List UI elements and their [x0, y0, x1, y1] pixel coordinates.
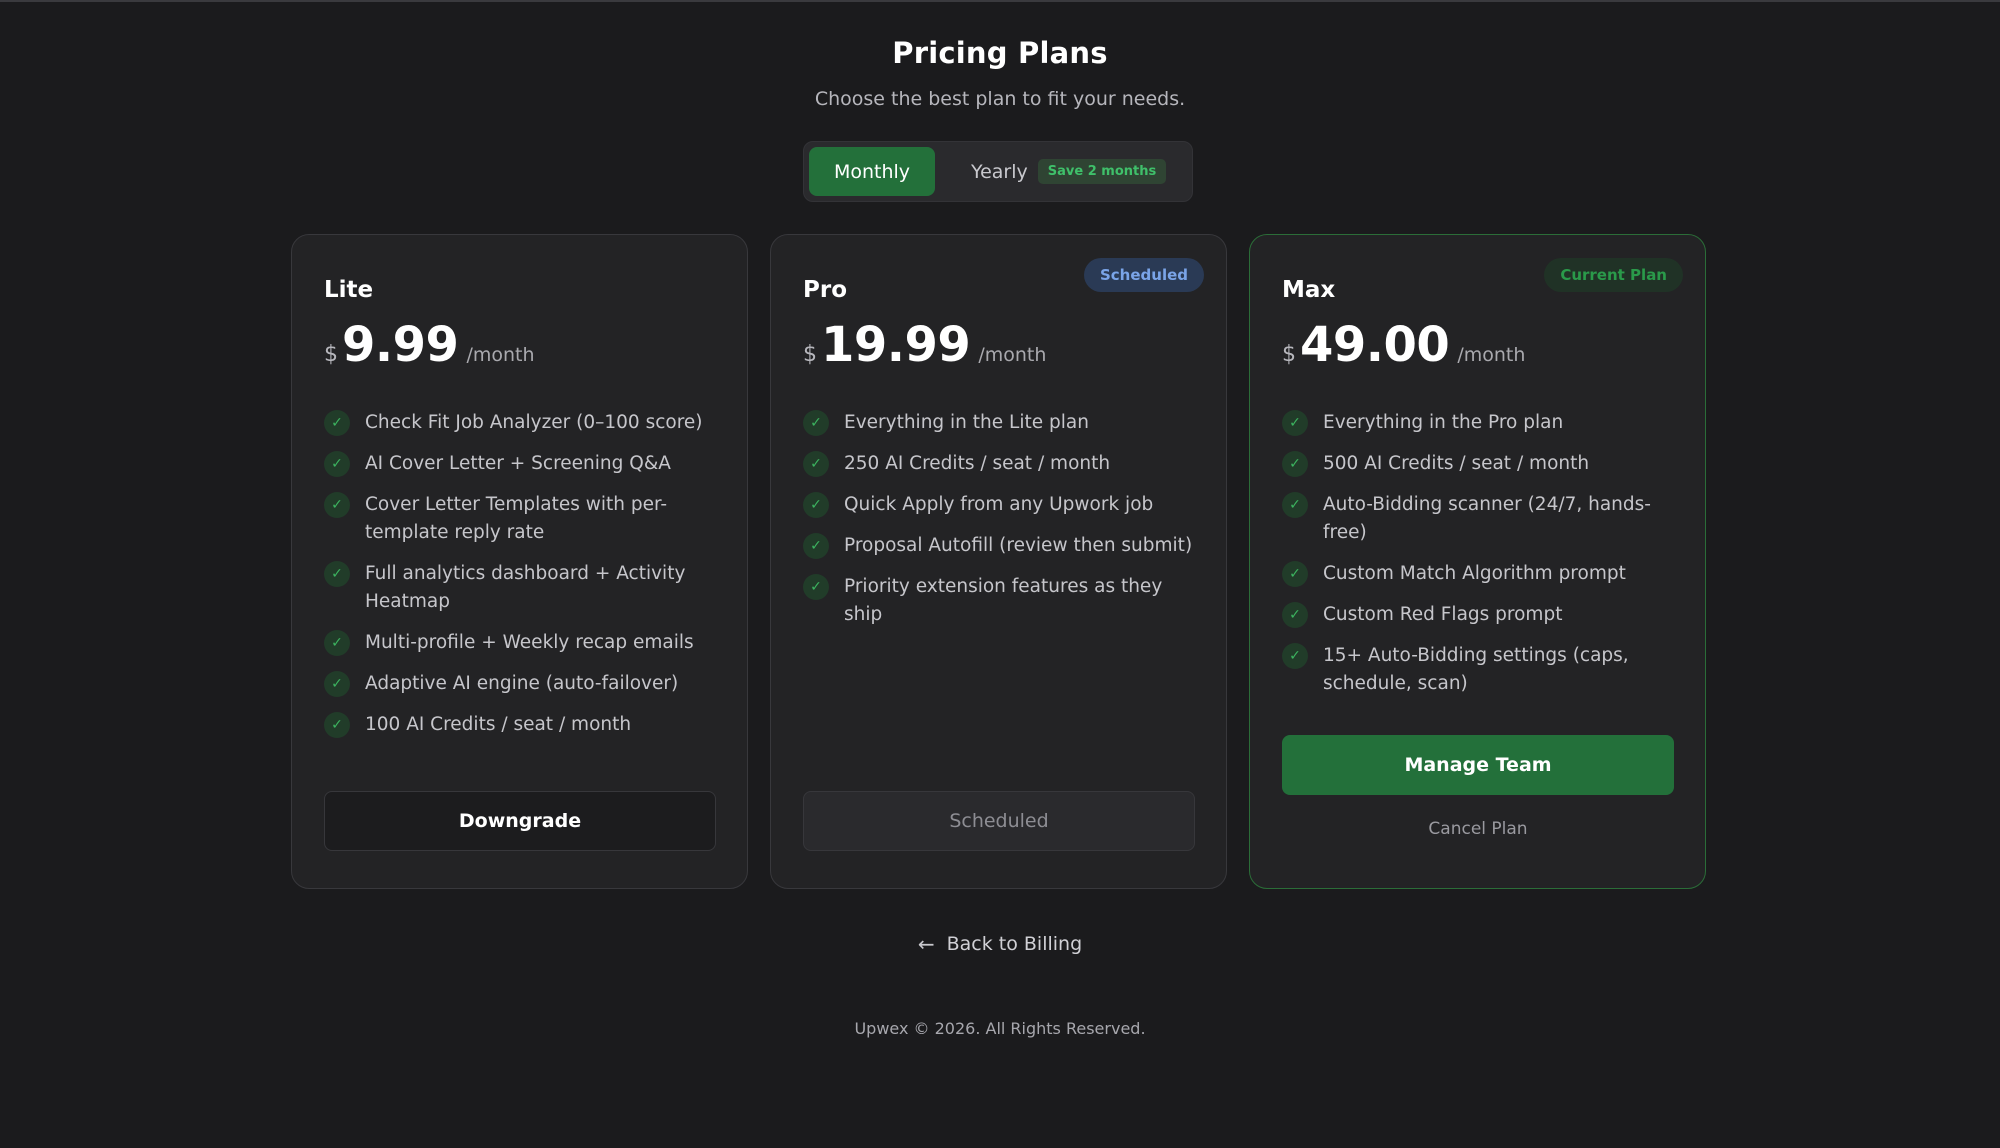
- plan-card-lite: Lite $ 9.99 /month ✓ Check Fit Job Analyz…: [291, 234, 748, 889]
- feature-item: ✓ AI Cover Letter + Screening Q&A: [324, 450, 724, 478]
- check-icon: ✓: [803, 410, 829, 436]
- back-link-label: Back to Billing: [946, 933, 1083, 955]
- check-icon: ✓: [324, 410, 350, 436]
- yearly-toggle-button[interactable]: Yearly Save 2 months: [949, 147, 1181, 196]
- back-to-billing-link[interactable]: ← Back to Billing: [0, 932, 2000, 956]
- feature-item: ✓ Everything in the Pro plan: [1282, 409, 1682, 437]
- feature-item: ✓ Auto-Bidding scanner (24/7, hands-free): [1282, 491, 1682, 547]
- feature-item: ✓ Multi-profile + Weekly recap emails: [324, 629, 724, 657]
- price-amount: 19.99: [821, 317, 971, 373]
- check-icon: ✓: [803, 533, 829, 559]
- downgrade-button[interactable]: Downgrade: [324, 791, 716, 851]
- check-icon: ✓: [1282, 451, 1308, 477]
- yearly-label: Yearly: [971, 160, 1028, 183]
- feature-list: ✓ Check Fit Job Analyzer (0–100 score) ✓ A…: [324, 409, 724, 752]
- currency-symbol: $: [803, 342, 817, 367]
- feature-item: ✓ Everything in the Lite plan: [803, 409, 1203, 437]
- price-row: $ 19.99 /month: [803, 317, 1046, 373]
- plan-name: Max: [1282, 277, 1336, 303]
- feature-item: ✓ Quick Apply from any Upwork job: [803, 491, 1203, 519]
- price-period: /month: [466, 344, 535, 366]
- feature-list: ✓ Everything in the Lite plan ✓ 250 AI Cre…: [803, 409, 1203, 642]
- cancel-plan-link[interactable]: Cancel Plan: [1282, 819, 1674, 839]
- price-row: $ 9.99 /month: [324, 317, 535, 373]
- price-amount: 9.99: [342, 317, 459, 373]
- plan-card-pro: Scheduled Pro $ 19.99 /month ✓ Everything…: [770, 234, 1227, 889]
- save-badge: Save 2 months: [1037, 159, 1167, 184]
- check-icon: ✓: [1282, 643, 1308, 669]
- price-period: /month: [978, 344, 1047, 366]
- price-amount: 49.00: [1300, 317, 1450, 373]
- price-period: /month: [1457, 344, 1526, 366]
- check-icon: ✓: [324, 451, 350, 477]
- feature-item: ✓ 250 AI Credits / seat / month: [803, 450, 1203, 478]
- plan-card-max: Current Plan Max $ 49.00 /month ✓ Everyth…: [1249, 234, 1706, 889]
- feature-item: ✓ Priority extension features as they shi…: [803, 573, 1203, 629]
- feature-item: ✓ Full analytics dashboard + Activity Hea…: [324, 560, 724, 616]
- page-subtitle: Choose the best plan to fit your needs.: [814, 88, 1186, 110]
- check-icon: ✓: [1282, 561, 1308, 587]
- page-title: Pricing Plans: [892, 36, 1108, 70]
- feature-list: ✓ Everything in the Pro plan ✓ 500 AI Cred…: [1282, 409, 1682, 711]
- scheduled-button: Scheduled: [803, 791, 1195, 851]
- currency-symbol: $: [1282, 342, 1296, 367]
- feature-item: ✓ Custom Red Flags prompt: [1282, 601, 1682, 629]
- check-icon: ✓: [1282, 410, 1308, 436]
- feature-item: ✓ Adaptive AI engine (auto-failover): [324, 670, 724, 698]
- check-icon: ✓: [803, 492, 829, 518]
- check-icon: ✓: [803, 574, 829, 600]
- currency-symbol: $: [324, 342, 338, 367]
- plan-name: Pro: [803, 277, 848, 303]
- check-icon: ✓: [1282, 602, 1308, 628]
- billing-period-toggle: Monthly Yearly Save 2 months: [803, 141, 1193, 202]
- check-icon: ✓: [324, 630, 350, 656]
- feature-item: ✓ 100 AI Credits / seat / month: [324, 711, 724, 739]
- plan-name: Lite: [324, 277, 374, 303]
- check-icon: ✓: [324, 492, 350, 518]
- feature-item: ✓ Check Fit Job Analyzer (0–100 score): [324, 409, 724, 437]
- page-header: Pricing Plans Choose the best plan to fi…: [0, 36, 2000, 110]
- price-row: $ 49.00 /month: [1282, 317, 1525, 373]
- check-icon: ✓: [1282, 492, 1308, 518]
- check-icon: ✓: [324, 671, 350, 697]
- scheduled-badge: Scheduled: [1083, 258, 1204, 292]
- feature-item: ✓ Cover Letter Templates with per-templat…: [324, 491, 724, 547]
- arrow-left-icon: ←: [917, 932, 935, 956]
- top-divider: [0, 0, 2000, 2]
- monthly-toggle-button[interactable]: Monthly: [809, 147, 935, 196]
- current-plan-badge: Current Plan: [1544, 258, 1683, 292]
- check-icon: ✓: [803, 451, 829, 477]
- check-icon: ✓: [324, 561, 350, 587]
- feature-item: ✓ 500 AI Credits / seat / month: [1282, 450, 1682, 478]
- feature-item: ✓ Proposal Autofill (review then submit): [803, 532, 1203, 560]
- manage-team-button[interactable]: Manage Team: [1282, 735, 1674, 795]
- feature-item: ✓ Custom Match Algorithm prompt: [1282, 560, 1682, 588]
- feature-item: ✓ 15+ Auto-Bidding settings (caps, schedu…: [1282, 642, 1682, 698]
- footer-copyright: Upwex © 2026. All Rights Reserved.: [854, 1019, 1146, 1038]
- check-icon: ✓: [324, 712, 350, 738]
